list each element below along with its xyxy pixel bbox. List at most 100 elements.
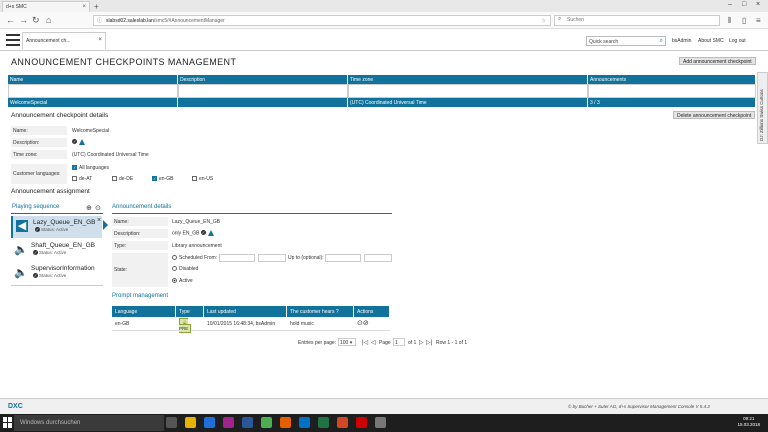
onenote-icon[interactable] xyxy=(223,417,234,428)
table-row[interactable]: WelcomeSpecial (UTC) Coordinated Univers… xyxy=(8,98,756,107)
excel-icon[interactable] xyxy=(318,417,329,428)
edge-icon[interactable] xyxy=(204,417,215,428)
about-link[interactable]: About SMC xyxy=(698,38,724,44)
col-announcements[interactable]: Announcements xyxy=(588,75,756,84)
scheduled-radio[interactable]: Scheduled From: xyxy=(172,255,217,261)
home-icon[interactable]: ⌂ xyxy=(46,15,51,25)
from-time-input[interactable] xyxy=(258,254,286,262)
word-icon[interactable] xyxy=(242,417,253,428)
info-icon: ⓘ xyxy=(97,18,103,24)
add-checkpoint-button[interactable]: Add announcement checkpoint xyxy=(679,57,756,65)
search-icon[interactable]: ⌕ xyxy=(660,38,663,45)
powerpoint-icon[interactable] xyxy=(337,417,348,428)
clock[interactable]: 09:21 15.03.2018 xyxy=(737,416,760,428)
hamburger-menu-icon[interactable] xyxy=(6,34,20,46)
col-actions[interactable]: Actions xyxy=(354,306,390,317)
playing-sequence-title: Playing sequence xyxy=(12,204,60,210)
col-name[interactable]: Name xyxy=(8,75,178,84)
file-explorer-icon[interactable] xyxy=(185,417,196,428)
minimize-icon[interactable]: – xyxy=(728,1,732,8)
library-icon[interactable]: ⫴ xyxy=(728,16,731,26)
speaker-icon: 🔈 xyxy=(14,267,28,279)
new-tab-icon[interactable]: + xyxy=(94,2,99,11)
delete-checkpoint-button[interactable]: Delete announcement checkpoint xyxy=(673,111,756,119)
filter-name-input[interactable] xyxy=(8,84,178,98)
app-icon[interactable] xyxy=(375,417,386,428)
next-page-icon[interactable]: ▷ xyxy=(419,339,424,346)
help-icon[interactable]: ? xyxy=(336,309,339,315)
back-icon[interactable]: ← xyxy=(6,15,15,25)
lang-label: en-GB xyxy=(159,176,174,182)
col-type[interactable]: Type xyxy=(176,306,204,317)
menu-icon[interactable]: ≡ xyxy=(756,16,761,25)
col-language[interactable]: Language xyxy=(112,306,176,317)
entries-select[interactable]: 100 ▾ xyxy=(338,338,356,346)
chrome-icon[interactable] xyxy=(261,417,272,428)
outlook-icon[interactable] xyxy=(299,417,310,428)
edit-icon[interactable]: ✓ xyxy=(72,139,77,145)
description-label: Description: xyxy=(11,138,67,147)
prev-page-icon[interactable]: ◁ xyxy=(371,339,376,346)
acrobat-icon[interactable] xyxy=(356,417,367,428)
item-status: ✓ Status: Active xyxy=(33,273,67,278)
speaker-icon: 🔈 xyxy=(14,244,28,256)
windows-start-icon[interactable] xyxy=(3,417,13,428)
to-time-input[interactable] xyxy=(364,254,392,262)
last-page-icon[interactable]: ▷| xyxy=(426,339,432,346)
from-date-input[interactable] xyxy=(219,254,255,262)
lang-de-de[interactable]: de-DE xyxy=(112,176,133,182)
reload-icon[interactable]: ↻ xyxy=(32,15,40,26)
logout-link[interactable]: Log out xyxy=(729,38,746,44)
filter-timezone-input[interactable] xyxy=(348,84,588,98)
edit-icon[interactable]: ✓ xyxy=(200,230,206,236)
forward-icon[interactable]: → xyxy=(19,15,28,25)
lang-en-us[interactable]: en-US xyxy=(192,176,213,182)
to-date-input[interactable] xyxy=(325,254,361,262)
all-languages-checkbox[interactable]: ✓ All languages xyxy=(72,165,109,171)
lang-de-at[interactable]: de-AT xyxy=(72,176,92,182)
bookmark-star-icon[interactable]: ☆ xyxy=(542,18,546,24)
firefox-icon[interactable] xyxy=(280,417,291,428)
play-icon[interactable]: ⊙ xyxy=(95,204,101,212)
warning-icon xyxy=(79,139,86,145)
block-icon[interactable]: ⊘ xyxy=(363,320,369,327)
page-input[interactable]: 1 xyxy=(393,338,405,346)
filter-announcements-input[interactable] xyxy=(588,84,756,98)
url-bar[interactable]: ⓘ slabsd02.saleslab.lan /smc5/#Announcem… xyxy=(93,15,551,26)
add-icon[interactable]: ⊕ xyxy=(86,204,92,212)
table-row[interactable]: en-GB 🔒 PRE 10/01/2015 16:48:34, bsAdmin… xyxy=(112,317,390,333)
list-item[interactable]: 🔈 SupervisorInformation ✓ Status: Active xyxy=(11,262,102,284)
announcement-details-title: Announcement details xyxy=(112,204,172,210)
browser-tab[interactable]: d+s SMC × xyxy=(2,1,90,12)
maximize-icon[interactable]: □ xyxy=(742,1,746,8)
ann-type-label: Type: xyxy=(112,241,168,250)
browser-search-input[interactable]: Suchen xyxy=(554,15,720,26)
col-description[interactable]: Description xyxy=(178,75,348,84)
lang-en-gb[interactable]: ✓ en-GB xyxy=(152,176,173,182)
filter-description-input[interactable] xyxy=(178,84,348,98)
grid-filter-row xyxy=(8,84,756,98)
cell-name: WelcomeSpecial xyxy=(8,98,178,107)
close-icon[interactable]: × xyxy=(82,4,86,10)
side-panel-tab[interactable]: DJ: Zillions Swiss Cuttons xyxy=(757,72,768,144)
sidebar-icon[interactable]: ▯ xyxy=(742,16,746,25)
disabled-radio[interactable]: Disabled xyxy=(172,266,198,272)
list-item[interactable]: 🔈 Shaft_Queue_EN_GB ✓ Status: Active xyxy=(11,239,102,261)
app-tab[interactable]: Announcement ch... × xyxy=(22,32,106,49)
close-icon[interactable]: × xyxy=(97,217,101,224)
first-page-icon[interactable]: |◁ xyxy=(362,339,368,346)
taskbar-search[interactable]: Windows durchsuchen xyxy=(14,415,164,431)
list-item[interactable]: ◀ Lazy_Queue_EN_GB ✓ Status: Active × xyxy=(11,216,102,238)
quick-search-input[interactable]: Quick search ⌕ xyxy=(586,36,666,46)
col-last-updated[interactable]: Last updated xyxy=(204,306,287,317)
user-link[interactable]: bsAdmin xyxy=(672,38,691,44)
col-customer-hears[interactable]: The customer hears ? xyxy=(287,306,354,317)
close-icon[interactable]: × xyxy=(98,37,102,43)
languages-label: Customer languages: xyxy=(11,164,67,184)
prompt-table-header: Language Type Last updated The customer … xyxy=(112,306,390,317)
task-view-icon[interactable] xyxy=(166,417,177,428)
col-timezone[interactable]: Time zone xyxy=(348,75,588,84)
divider xyxy=(11,213,103,214)
active-radio[interactable]: Active xyxy=(172,278,193,284)
close-window-icon[interactable]: × xyxy=(756,1,760,8)
